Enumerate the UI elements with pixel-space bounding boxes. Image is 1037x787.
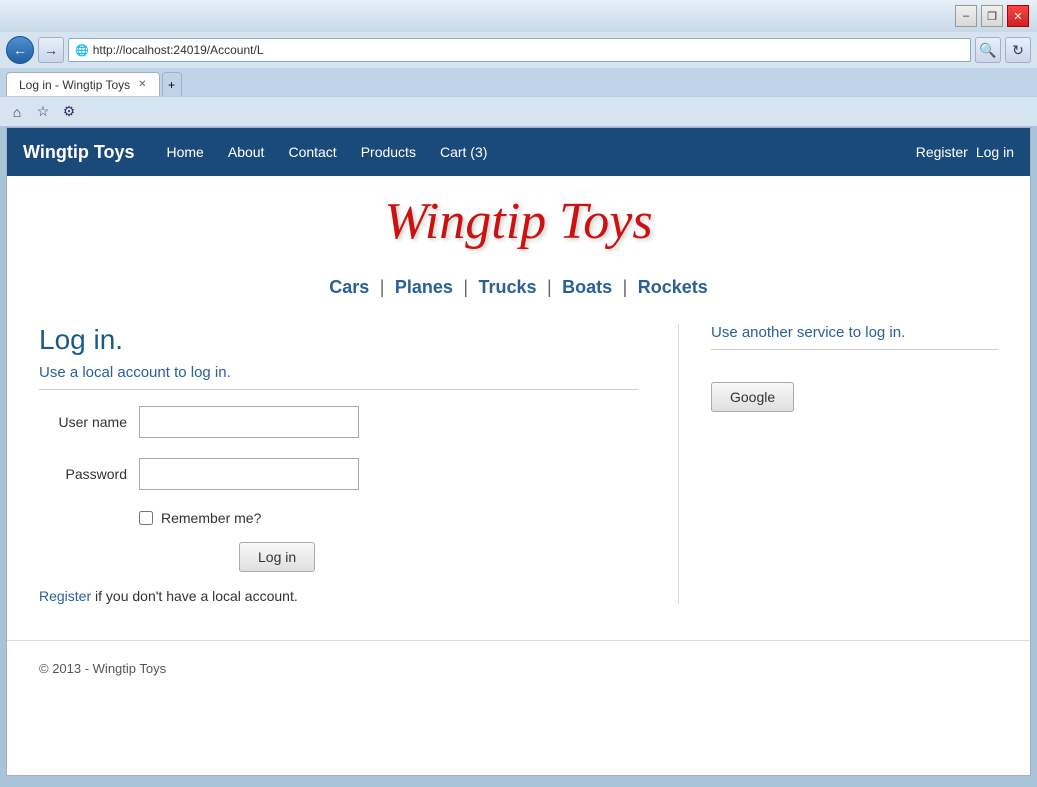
category-trucks-label[interactable]: Trucks [478,277,536,297]
site-title-area: Wingtip Toys [7,176,1030,259]
url-text: http://localhost:24019/Account/L [93,43,264,57]
password-group: Password [39,458,638,490]
favorites-icon[interactable]: ☆ [32,101,54,123]
settings-icon[interactable]: ⚙ [58,101,80,123]
category-boats-label[interactable]: Boats [562,277,612,297]
remember-label: Remember me? [161,510,261,526]
minimize-button[interactable]: – [955,5,977,27]
forward-button[interactable]: → [38,37,64,63]
sep-1: | [380,277,385,297]
footer-copyright: © 2013 - Wingtip Toys [39,661,166,676]
username-input[interactable] [139,406,359,438]
remember-row: Remember me? [139,510,638,526]
remember-checkbox[interactable] [139,511,153,525]
service-subtitle: Use another service to log in. [711,324,998,341]
service-section: Use another service to log in. Google [678,324,998,604]
sep-2: | [463,277,468,297]
register-link[interactable]: Register [39,588,91,604]
login-button-container: Log in [139,542,638,572]
url-icon: 🌐 [75,44,89,57]
nav-login[interactable]: Log in [976,144,1014,160]
password-label: Password [39,466,139,482]
close-button[interactable]: ✕ [1007,5,1029,27]
new-tab-button[interactable]: + [162,72,182,96]
main-content: Log in. Use a local account to log in. U… [7,308,1030,620]
nav-cart[interactable]: Cart (3) [428,128,499,176]
restore-button[interactable]: ❐ [981,5,1003,27]
search-button[interactable]: 🔍 [975,37,1001,63]
service-divider [711,349,998,350]
nav-links: Home About Contact Products Cart (3) [155,128,916,176]
refresh-button[interactable]: ↻ [1005,37,1031,63]
nav-register[interactable]: Register [916,144,968,160]
site-title-text: Wingtip Toys [384,193,652,250]
login-button[interactable]: Log in [239,542,315,572]
category-cars-label[interactable]: Cars [329,277,369,297]
divider [39,389,638,390]
category-bar: // Inline category rendering Cars | Plan… [7,259,1030,308]
nav-right: Register Log in [916,144,1014,160]
local-account-subtitle: Use a local account to log in. [39,364,638,381]
password-input[interactable] [139,458,359,490]
nav-home[interactable]: Home [155,128,216,176]
tab-label: Log in - Wingtip Toys [19,78,130,92]
sep-3: | [547,277,552,297]
site-navbar: Wingtip Toys Home About Contact Products… [7,128,1030,176]
site-brand-link[interactable]: Wingtip Toys [23,142,135,163]
back-button[interactable]: ← [6,36,34,64]
sep-4: | [623,277,628,297]
login-section: Log in. Use a local account to log in. U… [39,324,638,604]
nav-about[interactable]: About [216,128,277,176]
username-group: User name [39,406,638,438]
nav-products[interactable]: Products [349,128,428,176]
category-rockets-label[interactable]: Rockets [638,277,708,297]
site-footer: © 2013 - Wingtip Toys [7,640,1030,696]
nav-contact[interactable]: Contact [276,128,348,176]
browser-tab[interactable]: Log in - Wingtip Toys ✕ [6,72,160,96]
register-text: if you don't have a local account. [95,588,298,604]
address-bar[interactable]: 🌐 http://localhost:24019/Account/L [68,38,971,62]
category-planes-label[interactable]: Planes [395,277,453,297]
register-row: Register if you don't have a local accou… [39,588,638,604]
username-label: User name [39,414,139,430]
tab-close-icon[interactable]: ✕ [138,79,146,90]
google-login-button[interactable]: Google [711,382,794,412]
page-heading: Log in. [39,324,638,356]
home-icon[interactable]: ⌂ [6,101,28,123]
website-frame: Wingtip Toys Home About Contact Products… [6,127,1031,776]
